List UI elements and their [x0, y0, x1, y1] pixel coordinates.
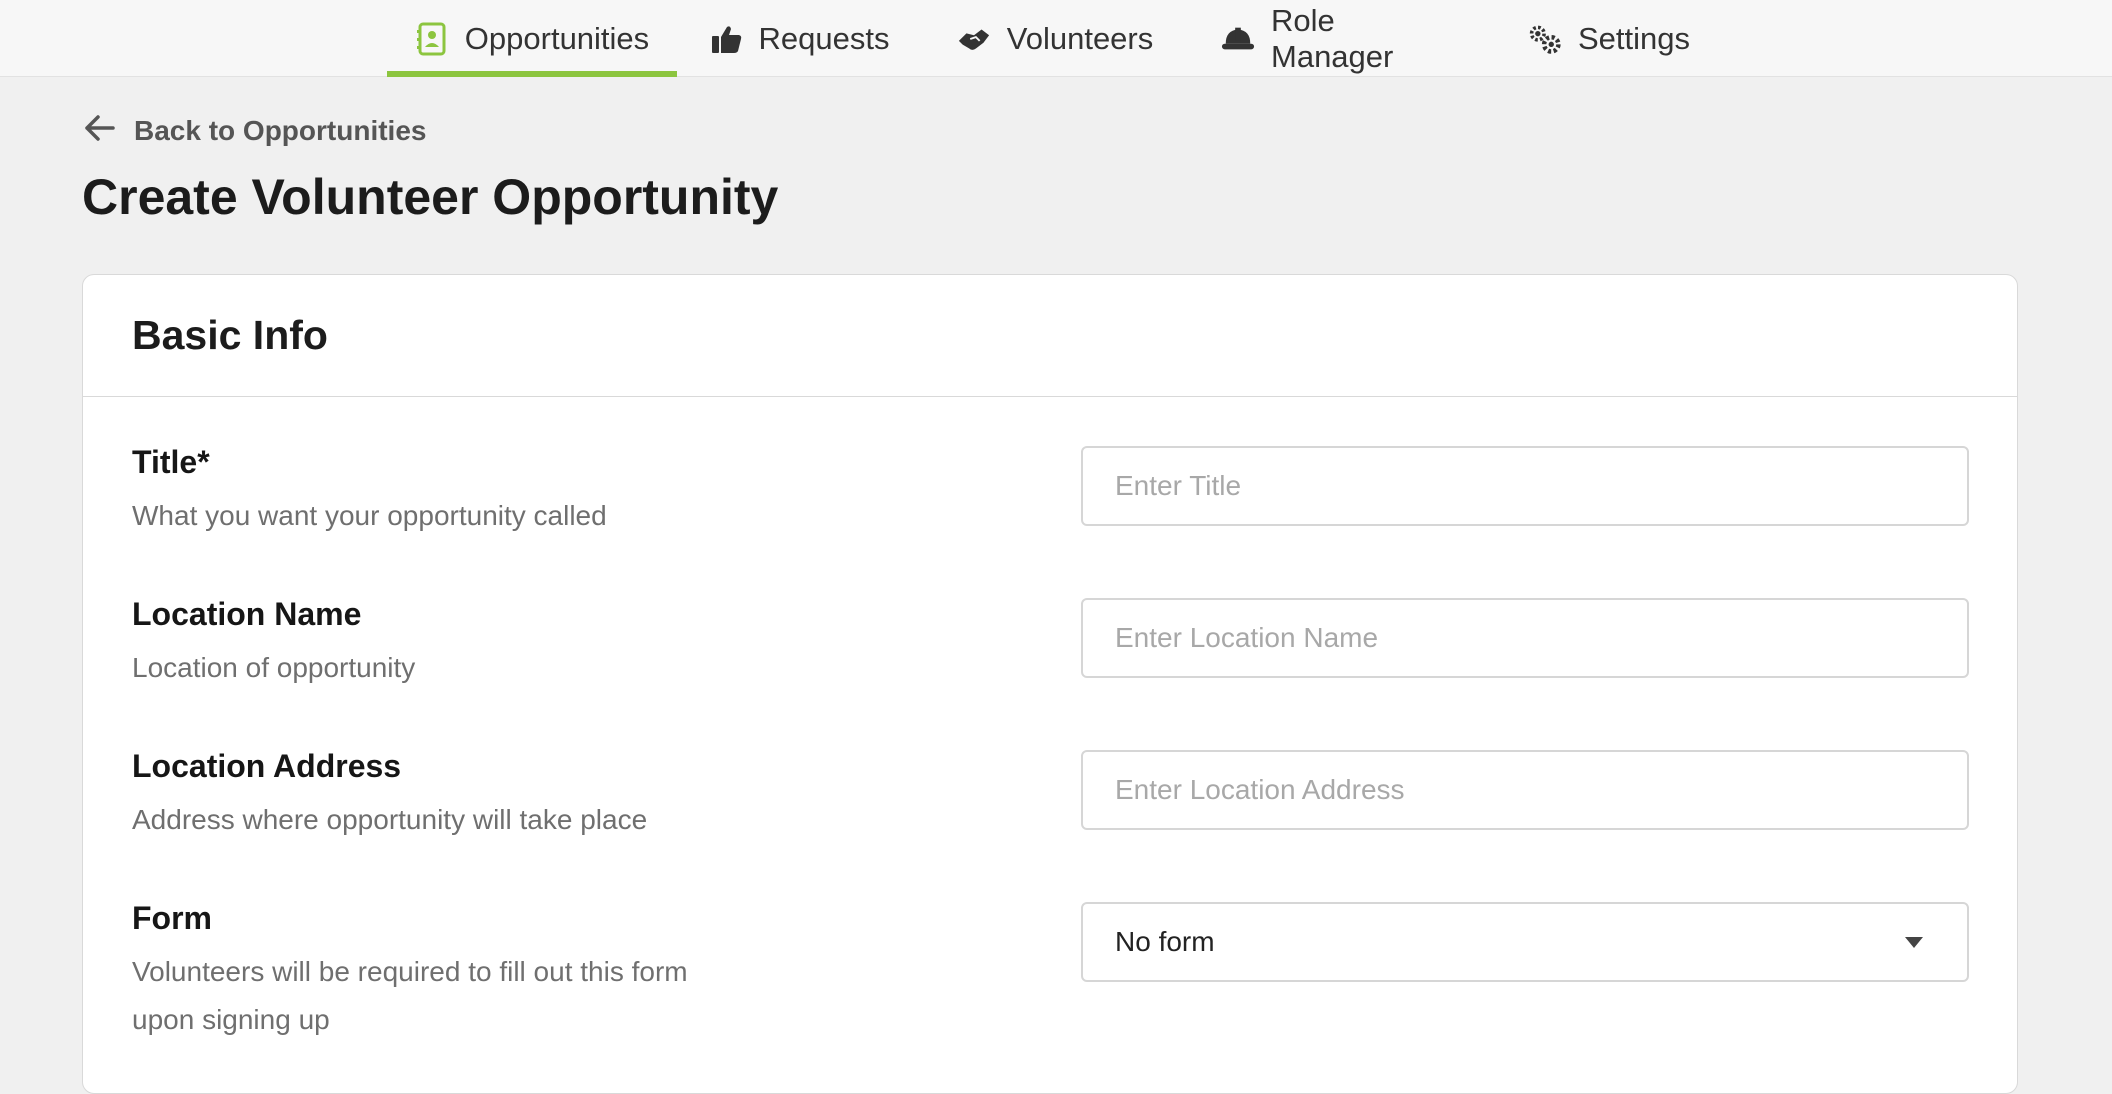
field-description: Location of opportunity — [132, 652, 416, 683]
gears-icon — [1528, 22, 1562, 56]
location-name-input[interactable] — [1081, 598, 1969, 678]
handshake-icon — [957, 22, 991, 56]
back-link-label: Back to Opportunities — [134, 115, 427, 146]
tab-settings[interactable]: Settings — [1526, 0, 1692, 77]
hard-hat-icon — [1221, 22, 1255, 56]
back-to-opportunities-link[interactable]: Back to Opportunities — [84, 110, 426, 152]
field-description: What you want your opportunity called — [132, 500, 607, 531]
tab-role-manager[interactable]: Role Manager — [1221, 0, 1459, 77]
form-select[interactable]: No form — [1081, 902, 1969, 982]
field-description: Address where opportunity will take plac… — [132, 804, 648, 835]
top-navigation: Opportunities Requests Volunteers Role M… — [0, 0, 2112, 77]
tab-opportunities[interactable]: Opportunities — [387, 0, 677, 77]
form-select-value: No form — [1115, 926, 1215, 957]
tab-requests[interactable]: Requests — [711, 0, 890, 77]
basic-info-card: Basic Info Title* What you want your opp… — [82, 274, 2018, 1094]
field-label: Form — [132, 900, 212, 936]
page-title: Create Volunteer Opportunity — [82, 169, 779, 225]
thumbs-up-icon — [711, 22, 743, 56]
arrow-left-icon — [84, 114, 116, 149]
tab-label: Role Manager — [1271, 2, 1394, 74]
caret-down-icon — [1905, 936, 1923, 948]
tab-label: Settings — [1577, 20, 1690, 56]
card-title: Basic Info — [83, 275, 2017, 397]
field-label: Location Address — [132, 748, 402, 784]
location-address-input[interactable] — [1081, 750, 1969, 830]
tab-label: Opportunities — [464, 20, 650, 56]
contact-card-icon — [415, 22, 449, 56]
field-label: Title* — [132, 444, 210, 480]
field-label: Location Name — [132, 596, 362, 632]
field-description: Volunteers will be required to fill out … — [132, 956, 688, 1035]
title-input[interactable] — [1081, 446, 1969, 526]
tab-volunteers[interactable]: Volunteers — [955, 0, 1155, 77]
tab-label: Requests — [758, 20, 890, 56]
tab-label: Volunteers — [1006, 20, 1154, 56]
